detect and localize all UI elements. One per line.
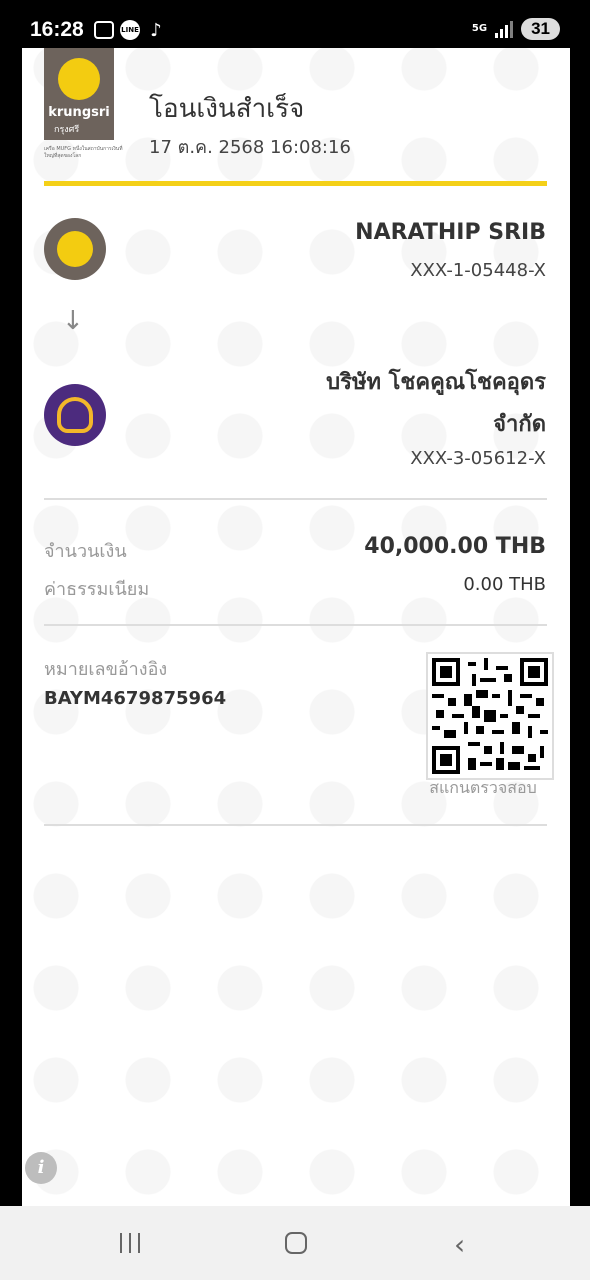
recipient-name-line2: จำกัด — [493, 412, 546, 437]
line-icon: LINE — [120, 20, 140, 40]
scb-logo-icon — [44, 384, 106, 446]
qr-code[interactable] — [426, 652, 554, 780]
transaction-datetime: 17 ต.ค. 2568 16:08:16 — [149, 137, 351, 158]
fee-value: 0.00 THB — [463, 574, 546, 595]
recipient-account: XXX-3-05612-X — [410, 448, 546, 469]
divider — [44, 624, 547, 626]
system-nav-bar: ‹ — [0, 1206, 590, 1280]
back-button[interactable]: ‹ — [454, 1228, 465, 1261]
accent-divider — [44, 181, 547, 186]
amount-value: 40,000.00 THB — [364, 534, 546, 559]
battery-indicator: 31 — [521, 18, 560, 40]
reference-number: BAYM4679875964 — [44, 688, 227, 709]
tiktok-icon: ♪ — [150, 19, 162, 41]
reference-label: หมายเลขอ้างอิง — [44, 659, 168, 680]
divider — [44, 824, 547, 826]
page-title: โอนเงินสำเร็จ — [149, 94, 305, 124]
sender-name: NARATHIP SRIB — [355, 220, 546, 245]
signal-icon — [495, 20, 514, 38]
home-button[interactable] — [285, 1232, 307, 1254]
recent-apps-button[interactable] — [120, 1233, 140, 1253]
amount-label: จำนวนเงิน — [44, 541, 127, 562]
krungsri-mark-icon — [58, 58, 100, 100]
arrow-down-icon: ↓ — [62, 306, 84, 336]
recipient-name-line1: บริษัท โชคคูณโชคอุดร — [326, 370, 546, 395]
brand-name-th: กรุงศรี — [54, 125, 80, 135]
krungsri-logo: krungsri กรุงศรี — [44, 48, 114, 140]
mufg-note: เครือ MUFG หนึ่งในสถาบันการเงินที่ใหญ่ที… — [44, 146, 123, 159]
status-bar: 16:28 LINE ♪ 5G 31 — [0, 0, 590, 48]
info-icon[interactable]: i — [25, 1152, 57, 1184]
transfer-slip: krungsri กรุงศรี เครือ MUFG หนึ่งในสถาบั… — [22, 48, 570, 1206]
qr-caption: สแกนตรวจสอบ — [429, 778, 537, 797]
status-right: 5G 31 — [472, 18, 560, 40]
sender-account: XXX-1-05448-X — [410, 260, 546, 281]
krungsri-logo-icon — [44, 218, 106, 280]
brand-name: krungsri — [48, 105, 110, 120]
status-time: 16:28 — [30, 18, 84, 41]
screenshot-icon — [94, 21, 114, 39]
fee-label: ค่าธรรมเนียม — [44, 579, 150, 600]
notification-icons: LINE ♪ — [94, 19, 166, 41]
divider — [44, 498, 547, 500]
network-indicator: 5G — [471, 23, 488, 34]
